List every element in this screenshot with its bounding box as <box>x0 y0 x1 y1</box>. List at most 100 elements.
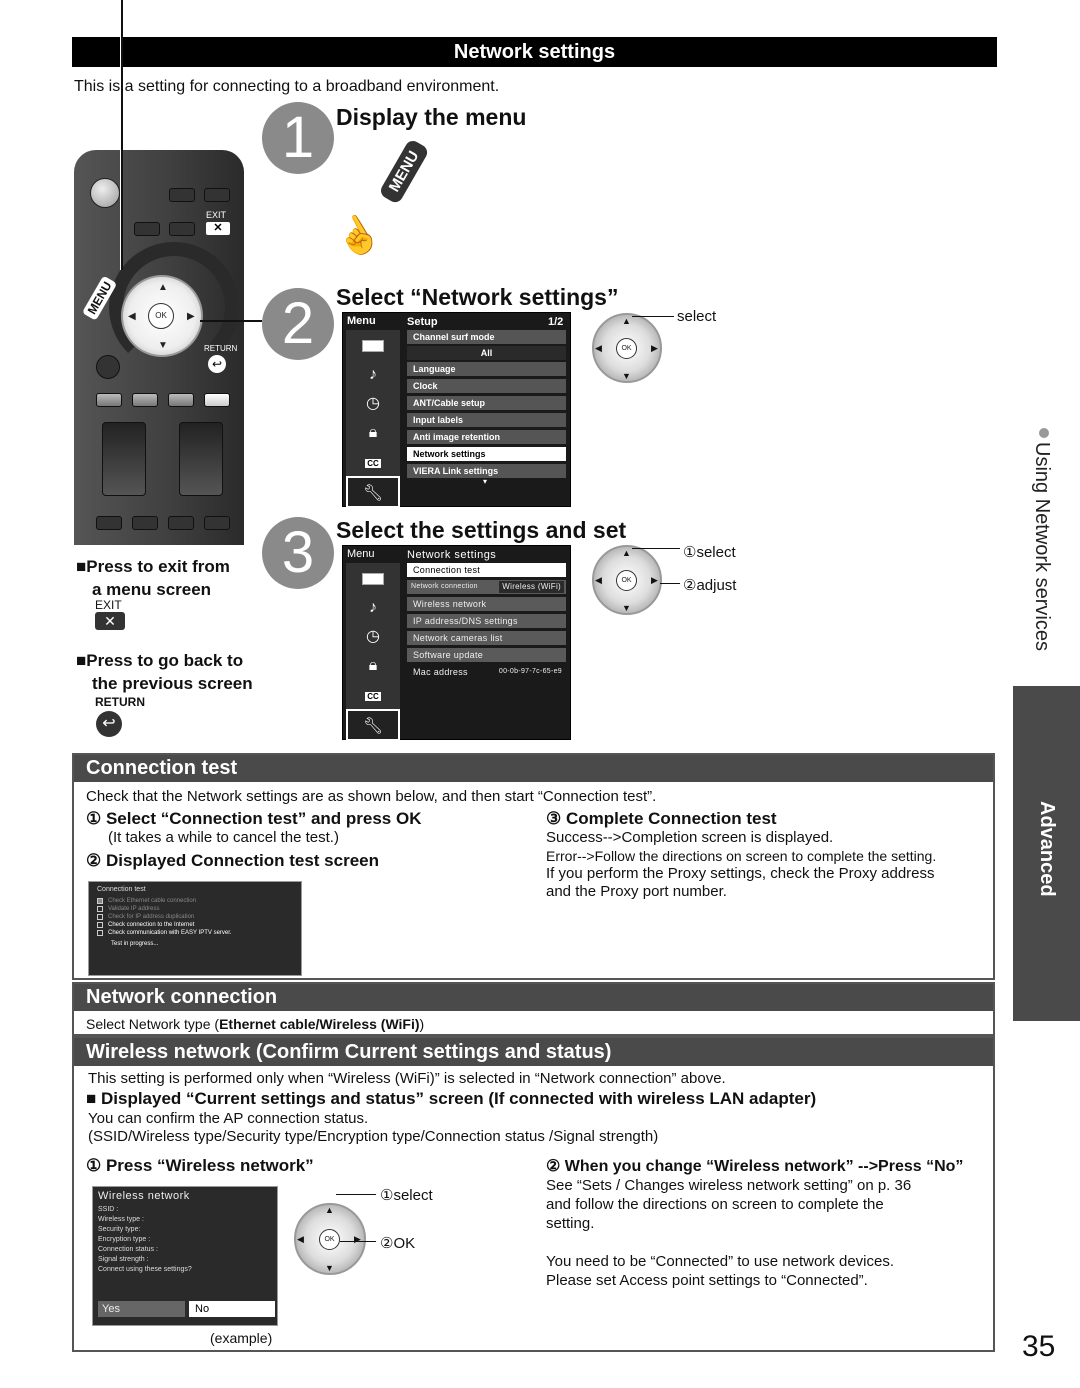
remote-button <box>169 222 195 236</box>
arrow-left-icon: ◀ <box>297 1234 304 1244</box>
tab-setup[interactable]: 🔧︎ <box>346 476 400 508</box>
text-line: Error-->Follow the directions on screen … <box>546 848 937 864</box>
tab-audio[interactable]: ♪ <box>346 359 400 391</box>
text-line: and the Proxy port number. <box>546 883 727 900</box>
arrow-right-icon: ▶ <box>187 311 195 322</box>
text-line: See “Sets / Changes wireless network set… <box>546 1177 912 1194</box>
wireless-network-screen: Wireless network SSID : Wireless type : … <box>92 1186 278 1326</box>
menu-item-channel-surf[interactable]: Channel surf mode <box>407 330 566 344</box>
timer-icon: ◷ <box>366 628 380 645</box>
picture-icon <box>362 339 384 352</box>
color-button <box>168 393 194 407</box>
menu-item-network-cameras[interactable]: Network cameras list <box>407 631 566 645</box>
menu-button-illustration: MENU <box>378 137 431 206</box>
step-title-1: Display the menu <box>336 104 527 130</box>
menu-item-connection-test[interactable]: Connection test <box>407 563 566 577</box>
network-settings-menu-screen: Menu Network settings ♪ ◷ 🔒︎ CC 🔧︎ Conne… <box>342 545 571 741</box>
side-section-label: Using Network services <box>1031 442 1053 651</box>
tab-timer[interactable]: ◷ <box>346 388 400 420</box>
remote-button <box>169 188 195 202</box>
dpad-label-select: ①select <box>380 1187 433 1204</box>
menu-item-software-update[interactable]: Software update <box>407 648 566 662</box>
menu-left-title: Menu <box>347 548 375 560</box>
menu-item-wireless-network[interactable]: Wireless network <box>407 597 566 611</box>
scroll-down-icon: ▾ <box>483 477 488 486</box>
arrow-up-icon: ▲ <box>325 1205 334 1215</box>
cc-icon: CC <box>365 459 381 468</box>
return-icon: ↩ <box>96 711 122 737</box>
tab-audio[interactable]: ♪ <box>346 592 400 624</box>
cc-icon: CC <box>365 692 381 701</box>
arrow-down-icon: ▼ <box>622 603 631 613</box>
check-row: Check communication with EASY IPTV serve… <box>97 929 293 937</box>
field-encryption-type: Encryption type : <box>98 1236 151 1243</box>
menu-item-network-settings[interactable]: Network settings <box>407 447 566 461</box>
menu-item-channel-surf-value[interactable]: All <box>407 346 566 360</box>
arrow-down-icon: ▼ <box>325 1263 334 1273</box>
connection-test-step2: ② Displayed Connection test screen <box>86 851 379 870</box>
exit-label: EXIT <box>206 210 227 220</box>
ok-button-icon: OK <box>616 338 637 359</box>
tab-setup[interactable]: 🔧︎ <box>346 709 400 741</box>
pointer-line <box>120 0 123 270</box>
bullet-dot-icon <box>1039 428 1049 438</box>
step-title-2: Select “Network settings” <box>336 284 619 310</box>
tab-cc[interactable]: CC <box>346 679 400 711</box>
remote-control: EXIT ✕ MENU OK ▲ ▼ ◀ ▶ RETURN ↩ <box>74 150 244 545</box>
return-note-title: Press to go back to <box>86 651 244 670</box>
return-note-title-2: the previous screen <box>92 674 253 693</box>
step-number-2: 2 <box>262 288 334 360</box>
tab-lock[interactable]: 🔒︎ <box>346 417 400 449</box>
dpad-label-ok: ②OK <box>380 1235 416 1252</box>
exit-button-label: EXIT <box>95 598 122 612</box>
menu-title: Setup <box>407 316 438 328</box>
return-note: ■Press to go back to the previous screen <box>76 649 253 695</box>
page-number: 35 <box>1022 1330 1056 1363</box>
menu-item-anti-image[interactable]: Anti image retention <box>407 430 566 444</box>
exit-note: ■Press to exit from a menu screen <box>76 555 230 601</box>
connection-test-step1-note: (It takes a while to cancel the test.) <box>108 829 339 846</box>
wireless-network-heading: Wireless network (Confirm Current settin… <box>74 1038 993 1066</box>
timer-icon: ◷ <box>366 395 380 412</box>
check-row: Check Ethernet cable connection <box>97 897 293 905</box>
arrow-up-icon: ▲ <box>622 548 631 558</box>
lock-icon: 🔒︎ <box>368 424 378 441</box>
remote-button <box>132 516 158 530</box>
menu-left-title: Menu <box>347 315 376 327</box>
rocker-button <box>179 422 223 496</box>
no-button[interactable]: No <box>189 1301 275 1317</box>
menu-item-input-labels[interactable]: Input labels <box>407 413 566 427</box>
menu-item-ant-cable[interactable]: ANT/Cable setup <box>407 396 566 410</box>
text-line: setting. <box>546 1215 595 1232</box>
rocker-button <box>102 422 146 496</box>
tab-timer[interactable]: ◷ <box>346 621 400 653</box>
network-connection-section: Network connection Select Network type (… <box>72 982 995 1036</box>
menu-item-language[interactable]: Language <box>407 362 566 376</box>
tab-picture[interactable] <box>346 330 400 362</box>
check-row: Check for IP address duplication <box>97 913 293 921</box>
connection-test-section: Connection test Check that the Network s… <box>72 753 995 980</box>
menu-item-ip-dns[interactable]: IP address/DNS settings <box>407 614 566 628</box>
dpad-label-select: ①select <box>683 544 736 561</box>
tab-lock[interactable]: 🔒︎ <box>346 650 400 682</box>
screen-title: Wireless network <box>98 1190 190 1202</box>
wireless-network-line1: You can confirm the AP connection status… <box>88 1110 369 1127</box>
wireless-network-intro: This setting is performed only when “Wir… <box>88 1070 726 1087</box>
tab-cc[interactable]: CC <box>346 446 400 478</box>
yes-button[interactable]: Yes <box>98 1301 185 1317</box>
pointer-line <box>340 1241 376 1242</box>
connection-test-screen: Connection test Check Ethernet cable con… <box>88 881 302 976</box>
network-connection-label: Network connection <box>411 583 478 590</box>
check-label: Validate IP address <box>108 906 160 912</box>
network-connection-value: Wireless (WiFi) <box>499 581 564 593</box>
text-line: Success-->Completion screen is displayed… <box>546 829 834 846</box>
menu-item-network-connection[interactable]: Network connection Wireless (WiFi) <box>407 580 566 594</box>
menu-item-viera-link[interactable]: VIERA Link settings <box>407 464 566 478</box>
menu-item-clock[interactable]: Clock <box>407 379 566 393</box>
arrow-left-icon: ◀ <box>595 343 602 353</box>
check-label: Check for IP address duplication <box>108 914 195 920</box>
section-title-bar: Network settings <box>72 37 997 67</box>
tab-picture[interactable] <box>346 563 400 595</box>
power-button <box>90 178 120 208</box>
pointer-line <box>660 583 680 584</box>
